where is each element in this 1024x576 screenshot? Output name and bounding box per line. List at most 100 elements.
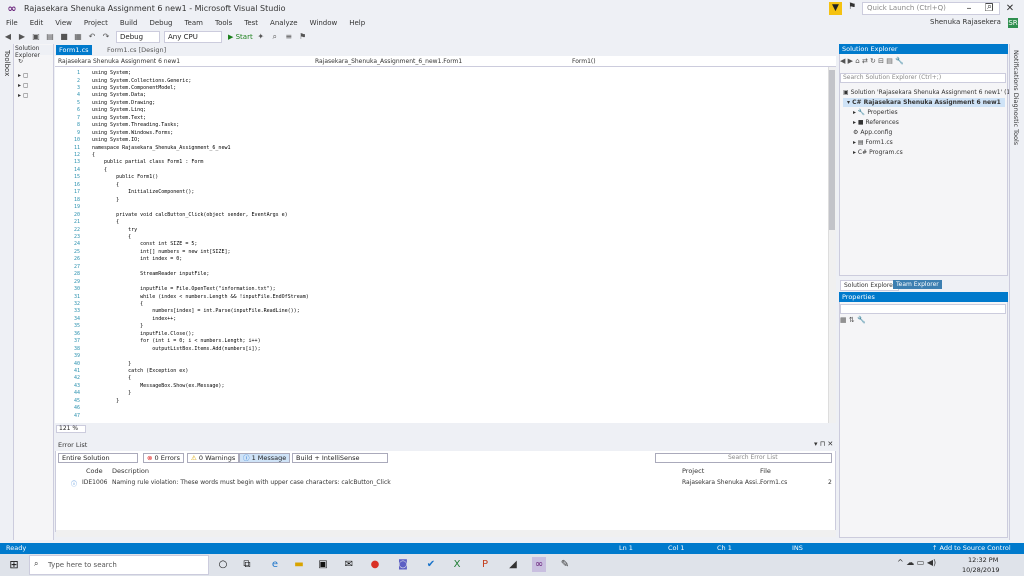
forward-icon[interactable]: ▶: [848, 57, 853, 65]
refresh-icon[interactable]: ↻: [870, 57, 876, 65]
code-line[interactable]: {: [92, 301, 143, 307]
pin-icon[interactable]: ✦: [255, 31, 267, 43]
tree-item-project[interactable]: ▾ C# Rajasekara Shenuka Assignment 6 new…: [847, 99, 1001, 106]
code-line[interactable]: using System.Collections.Generic;: [92, 78, 191, 84]
build-filter-combo[interactable]: Build + IntelliSense: [292, 453, 388, 463]
menu-window[interactable]: Window: [310, 19, 338, 27]
app-icon[interactable]: ◢: [506, 557, 520, 572]
categorized-icon[interactable]: ▦: [840, 316, 847, 324]
tree-item-app-config[interactable]: ⚙ App.config: [853, 129, 892, 136]
code-line[interactable]: MessageBox.Show(ex.Message);: [92, 383, 224, 389]
code-line[interactable]: namespace Rajasekara_Shenuka_Assignment_…: [92, 145, 230, 151]
new-project-icon[interactable]: ▣: [30, 31, 42, 43]
save-all-icon[interactable]: ▦: [72, 31, 84, 43]
code-line[interactable]: using System.Threading.Tasks;: [92, 122, 179, 128]
code-line[interactable]: InitializeComponent();: [92, 189, 194, 195]
visual-studio-taskbar-icon[interactable]: ∞: [532, 557, 546, 572]
column-header-description[interactable]: Description: [112, 467, 149, 475]
menu-edit[interactable]: Edit: [30, 19, 44, 27]
steam-icon[interactable]: ✔: [424, 557, 438, 572]
find-icon[interactable]: ⌕: [269, 31, 281, 43]
property-pages-icon[interactable]: 🔧: [857, 316, 866, 324]
code-line[interactable]: using System.Data;: [92, 92, 146, 98]
zoom-combo[interactable]: 121 %: [56, 425, 86, 433]
notifications-diagnostics-tabs[interactable]: Notifications Diagnostic Tools: [1012, 50, 1020, 145]
code-line[interactable]: }: [92, 323, 143, 329]
excel-icon[interactable]: X: [450, 557, 464, 572]
properties-object-combo[interactable]: [840, 304, 1006, 314]
code-line[interactable]: {: [92, 375, 131, 381]
back-icon[interactable]: ◀: [2, 31, 14, 43]
code-line[interactable]: {: [92, 182, 119, 188]
column-header-project[interactable]: Project: [682, 467, 704, 475]
discord-icon[interactable]: ◙: [396, 557, 410, 572]
alphabetical-icon[interactable]: ⇅: [849, 316, 855, 324]
menu-team[interactable]: Team: [184, 19, 203, 27]
store-icon[interactable]: ▣: [316, 557, 330, 572]
code-line[interactable]: using System.Drawing;: [92, 100, 155, 106]
system-tray[interactable]: ^ ☁ ▭ ◀): [897, 558, 936, 567]
code-line[interactable]: using System.ComponentModel;: [92, 85, 176, 91]
tree-item-properties[interactable]: ▸ 🔧 Properties: [853, 109, 898, 116]
warnings-filter-button[interactable]: ⚠ 0 Warnings: [187, 453, 240, 463]
menu-test[interactable]: Test: [244, 19, 258, 27]
tree-item-program[interactable]: ▸ C# Program.cs: [853, 149, 903, 156]
solution-config-combo[interactable]: Debug: [116, 30, 160, 43]
code-line[interactable]: index++;: [92, 316, 176, 322]
tab-form1-design[interactable]: Form1.cs [Design]: [104, 45, 170, 55]
list-item[interactable]: ▸ ▢: [18, 72, 29, 79]
messages-filter-button[interactable]: ⓘ 1 Message: [239, 453, 291, 463]
cortana-icon[interactable]: ○: [216, 557, 230, 572]
properties-icon[interactable]: 🔧: [895, 57, 904, 65]
editor-scroll-thumb[interactable]: [829, 70, 835, 230]
project-nav-combo[interactable]: Rajasekara Shenuka Assignment 6 new1: [58, 57, 308, 66]
code-line[interactable]: }: [92, 361, 131, 367]
code-line[interactable]: {: [92, 234, 131, 240]
tree-item-form1[interactable]: ▸ ▤ Form1.cs: [853, 139, 893, 146]
tab-team-explorer[interactable]: Team Explorer: [893, 280, 942, 289]
code-line[interactable]: public partial class Form1 : Form: [92, 159, 203, 165]
code-line[interactable]: }: [92, 390, 131, 396]
app-icon[interactable]: ✎: [558, 557, 572, 572]
bookmark-icon[interactable]: ⚑: [297, 31, 309, 43]
powerpoint-icon[interactable]: P: [478, 557, 492, 572]
feedback-flag-icon[interactable]: ⚑: [846, 2, 858, 15]
save-icon[interactable]: ■: [58, 31, 70, 43]
code-line[interactable]: {: [92, 152, 95, 158]
code-line[interactable]: inputFile.Close();: [92, 331, 194, 337]
redo-icon[interactable]: ↷: [100, 31, 112, 43]
start-button[interactable]: ▶ Start: [228, 33, 253, 41]
code-line[interactable]: private void calcButton_Click(object sen…: [92, 212, 288, 218]
error-list-scrollbar[interactable]: [56, 530, 836, 537]
taskbar-search-input[interactable]: Type here to search: [29, 555, 209, 575]
code-line[interactable]: using System.Windows.Forms;: [92, 130, 173, 136]
column-header-file[interactable]: File: [760, 467, 771, 475]
open-icon[interactable]: ▤: [44, 31, 56, 43]
tab-solution-explorer[interactable]: Solution Explorer: [840, 280, 900, 291]
class-nav-combo[interactable]: Rajasekara_Shenuka_Assignment_6_new1.For…: [315, 57, 565, 66]
code-line[interactable]: int[] numbers = new int[SIZE];: [92, 249, 230, 255]
code-line[interactable]: using System.IO;: [92, 137, 140, 143]
undo-icon[interactable]: ↶: [86, 31, 98, 43]
edge-browser-icon[interactable]: e: [268, 557, 282, 572]
menu-project[interactable]: Project: [84, 19, 108, 27]
back-icon[interactable]: ◀: [840, 57, 845, 65]
clock-date[interactable]: 10/28/2019: [962, 566, 999, 574]
code-line[interactable]: catch (Exception ex): [92, 368, 188, 374]
code-line[interactable]: while (index < numbers.Length && !inputF…: [92, 294, 309, 300]
forward-icon[interactable]: ▶: [16, 31, 28, 43]
code-line[interactable]: int index = 0;: [92, 256, 182, 262]
menu-analyze[interactable]: Analyze: [270, 19, 298, 27]
code-line[interactable]: using System.Text;: [92, 115, 146, 121]
tree-item-references[interactable]: ▸ ■ References: [853, 119, 899, 126]
menu-build[interactable]: Build: [120, 19, 138, 27]
menu-tools[interactable]: Tools: [215, 19, 232, 27]
menu-help[interactable]: Help: [349, 19, 365, 27]
code-line[interactable]: {: [92, 167, 107, 173]
error-scope-combo[interactable]: Entire Solution: [58, 453, 138, 463]
add-to-source-control-button[interactable]: ↑ Add to Source Control: [932, 543, 1011, 554]
error-list-search-input[interactable]: Search Error List: [655, 453, 832, 463]
list-item[interactable]: ▸ ▢: [18, 82, 29, 89]
code-line[interactable]: try: [92, 227, 137, 233]
minimize-button[interactable]: –: [960, 1, 978, 16]
